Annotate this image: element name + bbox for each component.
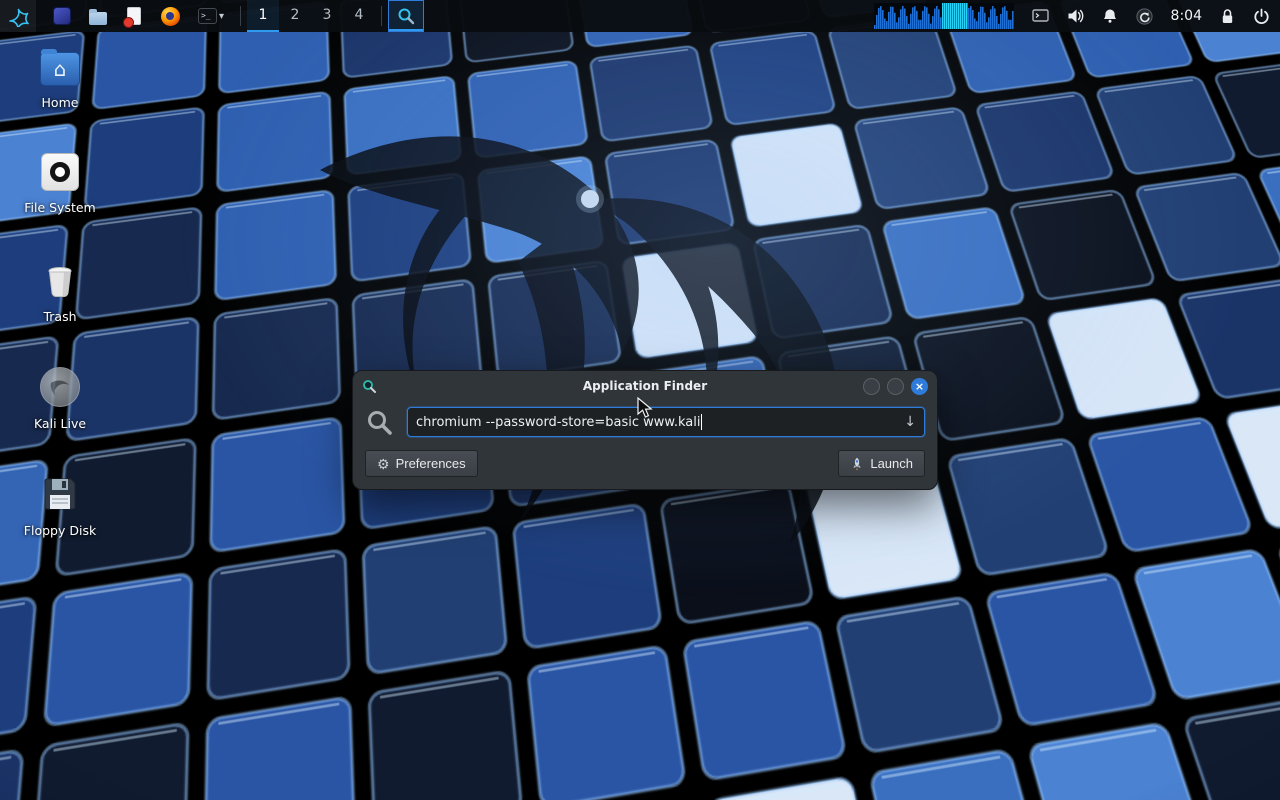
- preferences-button[interactable]: ⚙ Preferences: [365, 450, 478, 477]
- launch-rocket-icon: [853, 457, 861, 470]
- desktop-icon-file-system[interactable]: File System: [10, 153, 110, 245]
- finder-button-row: ⚙ Preferences Launch: [365, 450, 925, 477]
- desktop-icon-label: Kali Live: [33, 416, 87, 431]
- taskbar-file-manager-button[interactable]: [80, 0, 116, 32]
- launch-label: Launch: [870, 456, 913, 471]
- desktop-icon-label: File System: [24, 200, 96, 215]
- kali-live-disc-icon: [40, 367, 80, 407]
- desktop-screen: ⌂ Home File System Trash Kali Live Flopp…: [0, 0, 1280, 800]
- trash-can-icon: [48, 267, 72, 298]
- desktop-icon-floppy-disk[interactable]: Floppy Disk: [10, 474, 110, 566]
- desktop-icon-label: Home: [41, 95, 79, 110]
- volume-icon[interactable]: [1067, 8, 1084, 24]
- desktop-icon-home[interactable]: ⌂ Home: [10, 46, 110, 138]
- taskbar-appfinder-button[interactable]: [388, 0, 424, 32]
- document-red-badge: [123, 17, 134, 28]
- mouse-cursor: [637, 397, 653, 418]
- top-panel: >_ ▾ 1 2 3 4 8:04: [0, 0, 1280, 32]
- taskbar-firefox-button[interactable]: [152, 0, 188, 32]
- close-icon: ×: [914, 379, 925, 393]
- gear-icon: ⚙: [377, 455, 390, 472]
- terminal-icon: >_: [197, 8, 217, 24]
- file-system-drive-icon: [41, 153, 79, 191]
- app-window-icon: [53, 7, 71, 25]
- panel-separator: [381, 6, 382, 26]
- close-button[interactable]: ×: [911, 377, 928, 395]
- launch-button[interactable]: Launch: [838, 450, 925, 477]
- search-icon: [368, 411, 392, 435]
- cpu-graph-bars: [873, 3, 1014, 29]
- folder-icon: [89, 8, 107, 25]
- notification-bell-icon[interactable]: [1102, 8, 1118, 24]
- document-icon: [123, 7, 141, 28]
- workspace-4-button[interactable]: 4: [343, 0, 375, 32]
- kali-logo-icon: [9, 8, 29, 27]
- maximize-button[interactable]: [887, 377, 904, 395]
- workspace-2-button[interactable]: 2: [279, 0, 311, 32]
- text-caret: [701, 414, 703, 430]
- desktop-icon-trash[interactable]: Trash: [10, 260, 110, 352]
- taskbar-terminal-button[interactable]: >_ ▾: [188, 0, 234, 32]
- panel-right-section: 8:04: [873, 3, 1280, 29]
- cpu-graph[interactable]: [873, 3, 1014, 29]
- desktop-icon-label: Trash: [43, 309, 77, 324]
- finder-title: Application Finder: [582, 379, 708, 393]
- chevron-down-icon: ▾: [218, 10, 225, 22]
- preferences-label: Preferences: [395, 456, 466, 471]
- floppy-disk-icon: [44, 478, 76, 510]
- history-dropdown-arrow-icon[interactable]: ↓: [898, 414, 916, 430]
- desktop-icon-label: Floppy Disk: [23, 523, 97, 538]
- clock[interactable]: 8:04: [1171, 8, 1202, 24]
- application-finder-window: Application Finder × chromium --password…: [352, 370, 938, 490]
- window-controls: ×: [863, 377, 928, 395]
- drive-ring: [50, 162, 70, 182]
- search-icon: [398, 8, 415, 25]
- desktop-icon-kali-live[interactable]: Kali Live: [10, 367, 110, 459]
- firefox-icon: [160, 6, 180, 26]
- lock-icon[interactable]: [1220, 8, 1235, 25]
- update-refresh-icon[interactable]: [1135, 7, 1153, 25]
- workspace-1-button[interactable]: 1: [247, 0, 279, 32]
- power-logout-icon[interactable]: [1253, 8, 1270, 25]
- panel-separator: [240, 6, 241, 26]
- home-folder-icon: ⌂: [40, 49, 80, 86]
- taskbar-document-button[interactable]: [116, 0, 152, 32]
- window-button-list: >_ ▾: [44, 0, 234, 32]
- terminal-monitor-icon[interactable]: [1031, 8, 1049, 24]
- search-input[interactable]: chromium --password-store=basic www.kali…: [407, 407, 925, 437]
- finder-window-icon: [363, 380, 376, 393]
- minimize-button[interactable]: [863, 377, 880, 395]
- search-input-value: chromium --password-store=basic www.kali: [416, 414, 701, 430]
- desktop-icon-list: ⌂ Home File System Trash Kali Live Flopp…: [10, 46, 110, 581]
- taskbar-app-window-button[interactable]: [44, 0, 80, 32]
- firefox-globe: [166, 12, 174, 20]
- home-glyph: ⌂: [53, 57, 67, 81]
- workspace-3-button[interactable]: 3: [311, 0, 343, 32]
- applications-menu-button[interactable]: [0, 0, 36, 32]
